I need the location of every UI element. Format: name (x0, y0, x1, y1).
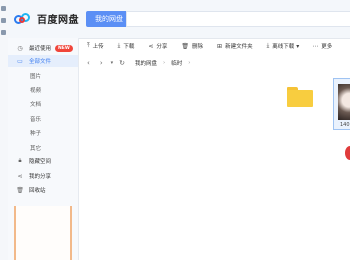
sidebar-item-torrents[interactable]: 种子 (30, 129, 41, 137)
back-icon[interactable]: ‹ (87, 59, 90, 67)
trash-icon: 🗑︎ (181, 42, 190, 50)
more-button[interactable]: ⋯ 更多 (312, 42, 333, 51)
app-header: 百度网盘 我的网盘 (8, 0, 350, 39)
sidebar-item-other[interactable]: 其它 (30, 144, 41, 152)
path-bar: ‹ › ▾ ↻ 我的网盘 › 临时 › (79, 56, 350, 70)
download-button[interactable]: ⤓ 下载 (118, 42, 135, 50)
sidebar-item-label: 隐藏空间 (29, 159, 52, 165)
breadcrumb-root[interactable]: 我的网盘 (135, 59, 157, 67)
download-label: 下载 (123, 44, 135, 50)
upload-label: 上传 (92, 44, 104, 50)
window-icon (1, 6, 6, 11)
image-file-item[interactable]: 140 (333, 78, 350, 130)
share-icon: ⋖ (17, 172, 23, 180)
upload-button[interactable]: ⤒ 上传 (87, 42, 104, 50)
share-button[interactable]: ⋖ 分享 (148, 42, 168, 51)
sidebar-item-music[interactable]: 音乐 (30, 115, 41, 123)
sidebar-item-docs[interactable]: 文档 (30, 100, 41, 108)
app-name: 百度网盘 (37, 15, 79, 26)
download-icon: ⤓ (117, 42, 121, 49)
file-name: 140 (340, 122, 350, 128)
tab-bar-area (126, 11, 350, 27)
sidebar-item-label: 最近使用 (29, 46, 52, 52)
sidebar-item-hidden-space[interactable]: 🔒︎ 隐藏空间 (8, 155, 78, 167)
sidebar-item-label: 回收站 (29, 188, 46, 194)
refresh-icon[interactable]: ↻ (119, 59, 125, 67)
sidebar-item-all-files[interactable]: ▭ 全部文件 (8, 55, 78, 67)
toolbar: ⤒ 上传 ⤓ 下载 ⋖ 分享 🗑︎ 删除 ⊞ 新建文件夹 ⤓ 离线下载 ▾ ⋯ … (79, 38, 350, 54)
file-icon: ▭ (17, 57, 23, 65)
offline-download-button[interactable]: ⤓ 离线下载 ▾ (267, 42, 303, 50)
new-folder-button[interactable]: ⊞ 新建文件夹 (217, 42, 253, 51)
clock-icon: ◷ (17, 44, 23, 52)
offline-download-label: 离线下载 (272, 44, 295, 50)
folder-item[interactable] (287, 87, 313, 107)
sidebar-item-images[interactable]: 图片 (30, 72, 41, 80)
sidebar-item-videos[interactable]: 视频 (30, 86, 41, 94)
share-icon: ⋖ (148, 42, 154, 50)
window-icon (1, 18, 6, 23)
sidebar-item-recent[interactable]: ◷ 最近使用 NEW (8, 42, 78, 54)
upload-icon: ⤒ (87, 42, 90, 49)
sidebar: ◷ 最近使用 NEW ▭ 全部文件 图片 视频 文档 音乐 种子 其它 🔒︎ 隐… (8, 38, 79, 260)
lock-icon: 🔒︎ (18, 157, 22, 164)
breadcrumb-separator: › (188, 60, 191, 66)
delete-label: 删除 (192, 44, 204, 50)
more-label: 更多 (321, 44, 333, 50)
app-logo[interactable]: 百度网盘 (14, 11, 79, 26)
sidebar-item-trash[interactable]: 🗑︎ 回收站 (8, 184, 78, 196)
sidebar-item-label: 全部文件 (29, 59, 52, 65)
window-icon (1, 30, 6, 35)
image-thumbnail (338, 84, 350, 120)
breadcrumb-separator: › (163, 60, 166, 66)
forward-icon[interactable]: › (100, 59, 103, 67)
sidebar-item-my-share[interactable]: ⋖ 我的分享 (8, 170, 78, 182)
new-badge: NEW (55, 44, 73, 52)
more-icon: ⋯ (312, 42, 319, 50)
sidebar-bottom-panel (14, 206, 72, 260)
folder-icon-body (287, 90, 313, 107)
sidebar-item-label: 我的分享 (29, 174, 52, 180)
breadcrumb-current[interactable]: 临时 (171, 59, 182, 67)
baidu-cloud-logo-icon (14, 12, 34, 25)
offline-download-icon: ⤓ (266, 42, 270, 49)
trash-icon: 🗑︎ (16, 186, 24, 194)
new-folder-label: 新建文件夹 (225, 44, 253, 50)
floating-badge-icon[interactable] (345, 146, 350, 160)
share-label: 分享 (156, 44, 168, 50)
delete-button[interactable]: 🗑︎ 删除 (181, 42, 204, 51)
history-dropdown-icon[interactable]: ▾ (111, 60, 114, 66)
new-folder-icon: ⊞ (217, 42, 223, 50)
chevron-down-icon: ▾ (296, 42, 300, 50)
